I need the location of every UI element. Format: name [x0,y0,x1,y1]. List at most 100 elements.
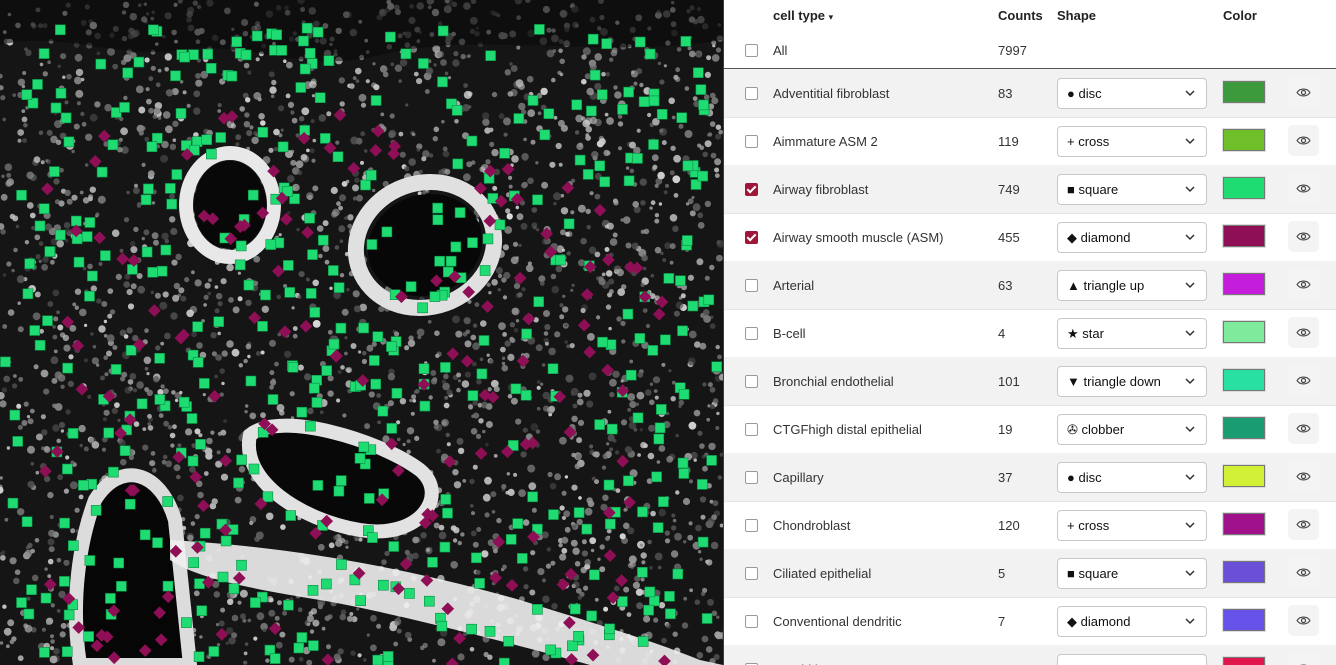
color-swatch[interactable] [1222,416,1266,440]
visibility-toggle[interactable] [1288,413,1319,444]
cell-type-count: 4 [998,326,1006,341]
color-swatch[interactable] [1222,320,1266,344]
cell-type-name: Arterial [773,278,815,293]
visibility-toggle[interactable] [1288,317,1319,348]
color-swatch[interactable] [1222,656,1266,665]
chevron-down-icon [1184,471,1196,483]
shape-select[interactable]: ★ star [1057,318,1207,349]
cell-type-count: 749 [998,182,1020,197]
row-checkbox[interactable] [745,519,758,532]
visibility-toggle[interactable] [1288,125,1319,156]
cell-type-count: 455 [998,230,1020,245]
cell-type-count: 101 [998,374,1020,389]
shape-select[interactable]: ■ square [1057,174,1207,205]
color-swatch[interactable] [1222,608,1266,632]
cell-type-row: Conventional dendritic 7 ◆ diamond [724,597,1336,646]
color-column-header: Color [1223,8,1257,23]
color-swatch[interactable] [1222,176,1266,200]
row-checkbox[interactable] [745,327,758,340]
table-header: cell type ▾ Counts Shape Color [724,0,1336,30]
shape-label: ◆ diamond [1067,230,1131,245]
chevron-down-icon [1184,183,1196,195]
cell-type-row: CTGFhigh distal epithelial 19 ✇ clobber [724,405,1336,454]
cell-type-row: B-cell 4 ★ star [724,309,1336,358]
row-checkbox[interactable] [745,279,758,292]
image-viewer[interactable] [0,0,723,665]
cell-type-name: CTGFhigh distal epithelial [773,422,922,437]
cell-type-row: Airway smooth muscle (ASM) 455 ◆ diamond [724,213,1336,262]
cell-type-name: Aimmature ASM 2 [773,134,878,149]
visibility-toggle[interactable] [1288,221,1319,252]
shape-select[interactable]: + cross [1057,510,1207,541]
shape-label: ■ square [1067,182,1119,197]
color-swatch[interactable] [1222,128,1266,152]
shape-select[interactable]: ◆ diamond [1057,606,1207,637]
cell-type-name: B-cell [773,326,806,341]
row-checkbox[interactable] [745,87,758,100]
shape-select[interactable]: ◆ diamond [1057,222,1207,253]
color-swatch[interactable] [1222,368,1266,392]
chevron-down-icon [1184,231,1196,243]
row-checkbox[interactable] [745,423,758,436]
visibility-toggle[interactable] [1288,77,1319,108]
row-checkbox[interactable] [745,471,758,484]
shape-label: + cross [1067,518,1110,533]
visibility-toggle[interactable] [1288,365,1319,396]
shape-select[interactable]: ■ square [1057,558,1207,589]
cell-type-column-header[interactable]: cell type ▾ [773,8,833,23]
visibility-toggle[interactable] [1288,605,1319,636]
row-checkbox[interactable] [745,615,758,628]
shape-select[interactable]: ● disc [1057,462,1207,493]
color-swatch[interactable] [1222,464,1266,488]
color-swatch[interactable] [1222,560,1266,584]
cell-type-count: 7 [998,614,1006,629]
visibility-toggle[interactable] [1288,557,1319,588]
shape-label: ▲ triangle up [1067,278,1145,293]
visibility-toggle[interactable] [1288,269,1319,300]
cell-type-name: Adventitial fibroblast [773,86,890,101]
row-checkbox[interactable] [745,567,758,580]
visibility-toggle[interactable] [1288,653,1319,665]
shape-select[interactable]: ● disc [1057,78,1207,109]
all-count: 7997 [998,43,1027,58]
color-swatch[interactable] [1222,512,1266,536]
shape-select[interactable]: ▲ triangle up [1057,270,1207,301]
cell-type-name: Airway smooth muscle (ASM) [773,230,944,245]
cell-type-row: Ciliated epithelial 5 ■ square [724,549,1336,598]
cell-type-count: 119 [998,134,1019,149]
shape-label: ● disc [1067,470,1102,485]
cell-type-row: Airway fibroblast 749 ■ square [724,165,1336,214]
shape-select[interactable]: + cross [1057,126,1207,157]
cell-type-name: Airway fibroblast [773,182,869,197]
row-checkbox[interactable] [745,375,758,388]
shape-label: ◆ diamond [1067,614,1131,629]
visibility-toggle[interactable] [1288,173,1319,204]
shape-label: ▼ triangle down [1067,374,1161,389]
color-swatch[interactable] [1222,272,1266,296]
row-checkbox[interactable] [745,135,758,148]
chevron-down-icon [1184,615,1196,627]
cell-type-name: Ciliated epithelial [773,566,872,581]
cell-type-count: 5 [998,566,1006,581]
cell-type-name: Bronchial endothelial [773,374,894,389]
shape-select[interactable] [1057,654,1207,665]
cell-type-name: Capillary [773,470,824,485]
shape-select[interactable]: ✇ clobber [1057,414,1207,445]
row-checkbox[interactable] [745,183,758,196]
select-all-checkbox[interactable] [745,44,758,57]
cell-type-row: Adventitial fibroblast 83 ● disc [724,69,1336,118]
visibility-toggle[interactable] [1288,461,1319,492]
cell-type-row: Arterial 63 ▲ triangle up [724,261,1336,310]
counts-column-header[interactable]: Counts [998,8,1043,23]
chevron-down-icon [1184,519,1196,531]
tissue-image [0,0,723,665]
color-swatch[interactable] [1222,224,1266,248]
chevron-down-icon [1184,375,1196,387]
all-row: All 7997 [724,31,1336,69]
chevron-down-icon [1184,279,1196,291]
shape-select[interactable]: ▼ triangle down [1057,366,1207,397]
visibility-toggle[interactable] [1288,509,1319,540]
row-checkbox[interactable] [745,231,758,244]
cell-type-row: Bronchial endothelial 101 ▼ triangle down [724,357,1336,406]
color-swatch[interactable] [1222,80,1266,104]
